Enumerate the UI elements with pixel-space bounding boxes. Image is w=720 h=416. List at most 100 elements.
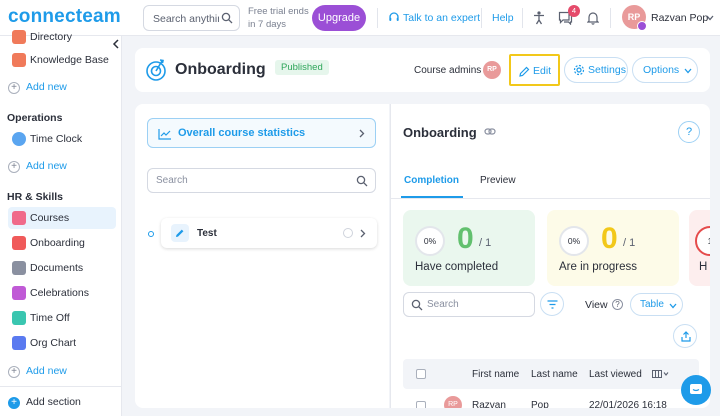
chevron-left-icon <box>112 39 119 49</box>
sidebar-item-label: Knowledge Base <box>30 54 109 66</box>
view-selected-value: Table <box>640 299 664 310</box>
sidebar-item-onboarding[interactable]: Onboarding <box>8 232 116 254</box>
tab-preview[interactable]: Preview <box>480 175 516 186</box>
stat-caption: Have completed <box>415 261 499 273</box>
add-section-button[interactable]: + Add section <box>8 396 81 409</box>
course-admins-label: Course admins <box>414 65 482 76</box>
hr-skills-heading: HR & Skills <box>7 191 64 203</box>
search-icon <box>356 175 368 187</box>
avatar-status-badge <box>637 21 647 31</box>
row-checkbox[interactable] <box>416 401 426 408</box>
table-row[interactable]: RP Razvan Pop 22/01/2026 16:18 <box>403 392 699 408</box>
filter-icon <box>547 300 558 309</box>
collapse-sidebar-button[interactable] <box>110 37 122 51</box>
documents-icon <box>12 261 26 275</box>
org-chart-icon <box>12 336 26 350</box>
sidebar-item-time-off[interactable]: Time Off <box>8 307 116 329</box>
sidebar-item-label: Org Chart <box>30 337 77 349</box>
chevron-down-icon[interactable] <box>706 15 714 21</box>
connecteam-logo[interactable]: connecteam <box>8 6 121 28</box>
tab-completion[interactable]: Completion <box>404 175 459 186</box>
upgrade-button[interactable]: Upgrade <box>312 5 366 31</box>
link-icon[interactable] <box>484 127 496 136</box>
view-select[interactable]: Table <box>630 293 683 316</box>
support-chat-button[interactable] <box>681 375 711 405</box>
plus-icon: + <box>8 161 20 173</box>
add-new-link[interactable]: + Add new <box>8 365 67 378</box>
add-new-label: Add new <box>26 160 67 172</box>
chevron-right-icon <box>359 129 365 138</box>
chevron-right-icon <box>360 229 366 238</box>
edit-button[interactable]: Edit <box>509 54 560 86</box>
divider <box>0 386 121 387</box>
divider <box>610 8 611 28</box>
book-icon <box>12 53 26 67</box>
table-header: First name Last name Last viewed <box>403 359 699 389</box>
sidebar-item-courses[interactable]: Courses <box>8 207 116 229</box>
help-question-icon[interactable]: ? <box>678 121 700 143</box>
onboarding-icon <box>12 236 26 250</box>
search-placeholder: Search <box>427 299 459 310</box>
global-search-input[interactable]: Search anything <box>143 5 240 31</box>
stat-card-third[interactable]: 1 H <box>689 210 710 286</box>
percent-ring: 1 <box>695 226 710 256</box>
talk-to-expert-link[interactable]: Talk to an expert <box>388 11 480 24</box>
course-detail-panel: Onboarding ? Completion Preview 0% 0 / 1… <box>390 104 710 408</box>
options-button[interactable]: Options <box>632 57 698 83</box>
course-target-icon <box>146 59 166 81</box>
user-name[interactable]: Razvan Pop <box>651 12 708 24</box>
gear-icon <box>573 64 585 76</box>
settings-button[interactable]: Settings <box>564 57 628 83</box>
column-header-first-name[interactable]: First name <box>472 369 519 380</box>
course-items-panel: Overall course statistics Search Test <box>135 104 389 408</box>
line-chart-icon <box>158 129 171 140</box>
items-search-input[interactable]: Search <box>147 168 376 193</box>
course-header: Onboarding Published Course admins RP Ed… <box>135 48 710 92</box>
info-question-icon[interactable]: ? <box>612 299 623 310</box>
admin-avatar[interactable]: RP <box>483 61 501 79</box>
status-indicator <box>343 228 353 238</box>
chevron-down-icon <box>669 303 677 309</box>
add-new-link[interactable]: + Add new <box>8 81 67 94</box>
courses-icon <box>12 211 26 225</box>
accessibility-icon[interactable] <box>533 11 545 25</box>
divider <box>522 8 523 28</box>
sidebar-item-org-chart[interactable]: Org Chart <box>8 332 116 354</box>
sidebar-item-knowledge-base[interactable]: Knowledge Base <box>8 49 116 71</box>
timeline-dot <box>148 231 154 237</box>
add-section-label: Add section <box>26 396 81 408</box>
column-header-last-name[interactable]: Last name <box>531 369 578 380</box>
clock-icon <box>12 132 26 146</box>
directory-icon <box>12 30 26 44</box>
sidebar-item-celebrations[interactable]: Celebrations <box>8 282 116 304</box>
column-header-last-viewed[interactable]: Last viewed <box>589 369 642 380</box>
tabs-divider <box>391 198 710 199</box>
notification-badge: 4 <box>568 5 580 17</box>
page-title: Onboarding <box>175 61 266 78</box>
columns-icon[interactable] <box>652 370 670 378</box>
filter-button[interactable] <box>540 292 564 316</box>
bell-icon[interactable] <box>587 11 599 25</box>
overall-statistics-button[interactable]: Overall course statistics <box>147 118 376 148</box>
pencil-icon <box>519 66 530 77</box>
export-button[interactable] <box>673 324 697 348</box>
sidebar-item-documents[interactable]: Documents <box>8 257 116 279</box>
chat-bubble-icon <box>690 384 702 394</box>
sidebar-item-directory[interactable]: Directory <box>8 26 116 48</box>
divider <box>377 8 378 28</box>
sidebar-item-label: Documents <box>30 262 84 274</box>
course-item-test[interactable]: Test <box>161 218 377 248</box>
stat-card-in-progress[interactable]: 0% 0 / 1 Are in progress <box>547 210 679 286</box>
course-title: Onboarding <box>403 125 477 140</box>
stat-card-completed[interactable]: 0% 0 / 1 Have completed <box>403 210 535 286</box>
stat-total: / 1 <box>479 237 492 249</box>
sidebar-item-label: Courses <box>30 212 70 224</box>
select-all-checkbox[interactable] <box>416 369 426 379</box>
help-link[interactable]: Help <box>492 12 514 24</box>
plus-icon: + <box>8 397 20 409</box>
add-new-link[interactable]: + Add new <box>8 160 67 173</box>
sidebar-item-time-clock[interactable]: Time Clock <box>8 128 116 150</box>
learners-search-input[interactable]: Search <box>403 292 535 317</box>
add-new-label: Add new <box>26 81 67 93</box>
time-off-icon <box>12 311 26 325</box>
